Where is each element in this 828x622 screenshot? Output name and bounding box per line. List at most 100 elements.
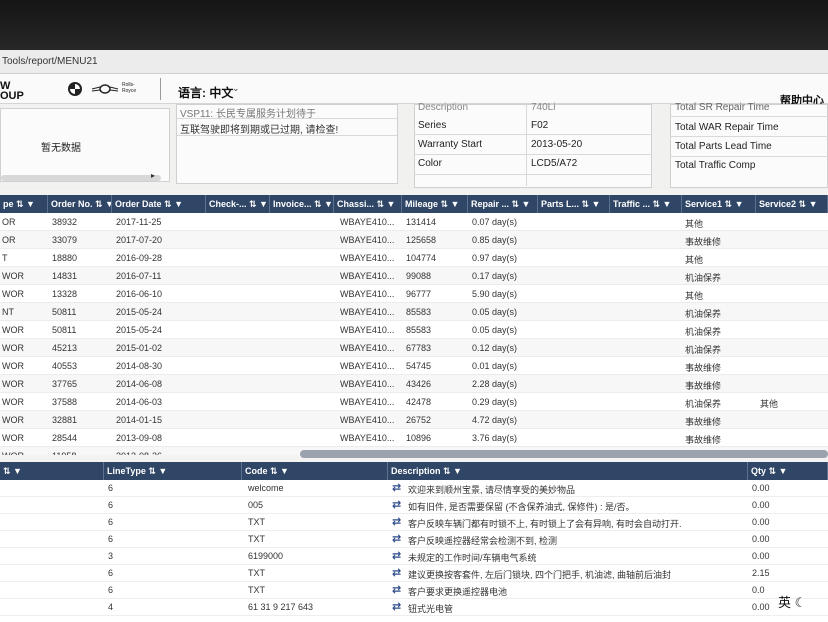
column-header-qty[interactable]: Qty ⇅ ▼ [748,462,828,480]
column-label: Invoice... [273,199,312,209]
table-row[interactable]: 6 TXT 客户要求更换遥控器电池 0.0 ⇄ [0,582,828,599]
table-row[interactable]: NT 50811 2015-05-24 WBAYE410... 85583 0.05 da… [0,303,828,321]
column-header-repair[interactable]: Repair ... ⇅ ▼ [468,195,538,213]
cell-service1: 机油保养 [685,273,722,283]
cell-repair-time: 0.17 day(s) [472,271,518,281]
column-header-check[interactable]: Check-... ⇅ ▼ [206,195,270,213]
cell-order-no: 13328 [52,289,78,299]
cell-type: T [2,253,8,263]
table-row[interactable]: 6 TXT 客户反映车辆门都有时锁不上, 有时锁上了会有异响, 有时会自动打开. 0.… [0,514,828,531]
brand-line-2: OUP [0,90,24,102]
cell-order-no: 28544 [52,433,78,443]
field-value-description: 740Li [531,102,556,113]
table-row[interactable]: 6 TXT 建议更换按客套件, 左后门锁块, 四个门把手, 机油滤, 曲轴前后油封 2… [0,565,828,582]
cell-code: welcome [248,483,284,493]
column-header-service2[interactable]: Service2 ⇅ ▼ [756,195,828,213]
cell-order-date: 2013-09-08 [116,433,163,443]
cell-mileage: 99088 [406,271,432,281]
table-row[interactable]: WOR 45213 2015-01-02 WBAYE410... 67783 0.12 d… [0,339,828,357]
column-header-linetype[interactable]: LineType ⇅ ▼ [104,462,242,480]
column-label: Traffic ... [613,199,651,209]
column-header-order-no[interactable]: Order No. ⇅ ▼ [48,195,112,213]
field-label-warranty-start: Warranty Start [418,139,483,150]
column-header-traffic[interactable]: Traffic ... ⇅ ▼ [610,195,682,213]
warning-panel: VSP11: 长民专属服务计划待于 互联驾驶即将到期或已过期, 请检查! [176,104,398,184]
table-row[interactable]: 6 005 如有旧件, 是否需要保留 (不含保养油式, 保修件) : 是/否。 0.0… [0,497,828,514]
cell-chassis: WBAYE410... [340,307,395,317]
table-row[interactable]: WOR 40553 2014-08-30 WBAYE410... 54745 0.01 d… [0,357,828,375]
cell-linetype: 6 [108,585,114,595]
cell-mileage: 85583 [406,307,432,317]
cell-service1: 事故维修 [685,381,722,391]
cell-order-no: 38932 [52,217,78,227]
column-header-code[interactable]: Code ⇅ ▼ [242,462,388,480]
rolls-royce-logo: Rolls-Royce [122,82,137,94]
field-value-warranty-start: 2013-05-20 [531,139,583,150]
cell-code: 005 [248,500,264,510]
cell-mileage: 42478 [406,397,432,407]
table-row[interactable]: 6 welcome 欢迎来到顺州宝景, 请尽情享受的美妙物品 0.00 ⇄ [0,480,828,497]
table-row[interactable]: WOR 37588 2014-06-03 WBAYE410... 42478 0.29 d… [0,393,828,411]
cell-linetype: 4 [108,602,114,612]
table-row[interactable]: WOR 37765 2014-06-08 WBAYE410... 43426 2.28 d… [0,375,828,393]
cell-qty: 0.00 [752,500,770,510]
sync-icon: ⇄ [392,533,402,545]
cell-chassis: WBAYE410... [340,379,395,389]
url-text: Tools/report/MENU21 [2,56,98,67]
column-header-parts-lead[interactable]: Parts L... ⇅ ▼ [538,195,610,213]
column-header-selector[interactable]: ⇅ ▼ [0,462,104,480]
cell-order-date: 2016-06-10 [116,289,163,299]
table-row[interactable]: OR 38932 2017-11-25 WBAYE410... 131414 0.07 d… [0,213,828,231]
sync-icon: ⇄ [392,567,402,579]
column-label: Chassi... [337,199,375,209]
column-header-mileage[interactable]: Mileage ⇅ ▼ [402,195,468,213]
table-horizontal-scrollbar[interactable] [300,450,828,458]
table-row[interactable]: T 18880 2016-09-28 WBAYE410... 104774 0.97 da… [0,249,828,267]
cell-service1: 事故维修 [685,363,722,373]
table-row[interactable]: WOR 28544 2013-09-08 WBAYE410... 10896 3.76 d… [0,429,828,447]
cell-description: 如有旧件, 是否需要保留 (不含保养油式, 保修件) : 是/否。 [408,502,635,512]
divider [177,135,397,136]
chevron-down-icon[interactable]: ⌄ [232,83,240,94]
cell-type: WOR [2,415,24,425]
column-header-description[interactable]: Description ⇅ ▼ [388,462,748,480]
table-row[interactable]: WOR 50811 2015-05-24 WBAYE410... 85583 0.05 d… [0,321,828,339]
scroll-right-icon[interactable]: ▸ [151,171,155,180]
cell-mileage: 131414 [406,217,437,227]
table-row[interactable]: 4 61 31 9 217 643 钮式光电管 0.00 ⇄ [0,599,828,616]
table-row[interactable]: WOR 14831 2016-07-11 WBAYE410... 99088 0.17 d… [0,267,828,285]
cell-code: 6199000 [248,551,284,561]
cell-order-date: 2014-08-30 [116,361,163,371]
column-header-invoice[interactable]: Invoice... ⇅ ▼ [270,195,334,213]
cell-type: WOR [2,289,24,299]
cell-order-no: 40553 [52,361,78,371]
stat-traffic-comp: Total Traffic Comp [675,160,756,171]
table-row[interactable]: 3 6199000 未规定的工作时间/车辆电气系统 0.00 ⇄ [0,548,828,565]
cell-chassis: WBAYE410... [340,325,395,335]
column-header-order-date[interactable]: Order Date ⇅ ▼ [112,195,206,213]
vehicle-info-section: 暂无数据 ▸ VSP11: 长民专属服务计划待于 互联驾驶即将到期或已过期, 请… [0,102,828,190]
table-row[interactable]: WOR 13328 2016-06-10 WBAYE410... 96777 5.90 d… [0,285,828,303]
cell-repair-time: 0.05 day(s) [472,307,518,317]
column-label: Qty [751,466,767,476]
table-row[interactable]: WOR 32881 2014-01-15 WBAYE410... 26752 4.72 d… [0,411,828,429]
cell-order-date: 2016-09-28 [116,253,163,263]
cell-repair-time: 0.85 day(s) [472,235,518,245]
cell-mileage: 26752 [406,415,432,425]
ime-indicator[interactable]: 英 ☾ [778,592,806,611]
cell-linetype: 3 [108,551,114,561]
cell-mileage: 54745 [406,361,432,371]
cell-order-no: 33079 [52,235,78,245]
address-bar[interactable]: Tools/report/MENU21 [0,50,828,74]
moon-icon: ☾ [794,595,807,610]
cell-order-no: 37765 [52,379,78,389]
table-row[interactable]: 6 TXT 客户反映遥控器经常会检测不到, 检测 0.00 ⇄ [0,531,828,548]
column-header-type[interactable]: pe ⇅ ▼ [0,195,48,213]
table-row[interactable]: OR 33079 2017-07-20 WBAYE410... 125658 0.85 d… [0,231,828,249]
column-header-service1[interactable]: Service1 ⇅ ▼ [682,195,756,213]
language-selector[interactable]: 语言: 中文 [178,84,233,101]
cell-order-no: 14831 [52,271,78,281]
panel-scrollbar[interactable] [1,175,161,181]
cell-qty: 0.0 [752,585,765,595]
column-header-chassis[interactable]: Chassi... ⇅ ▼ [334,195,402,213]
